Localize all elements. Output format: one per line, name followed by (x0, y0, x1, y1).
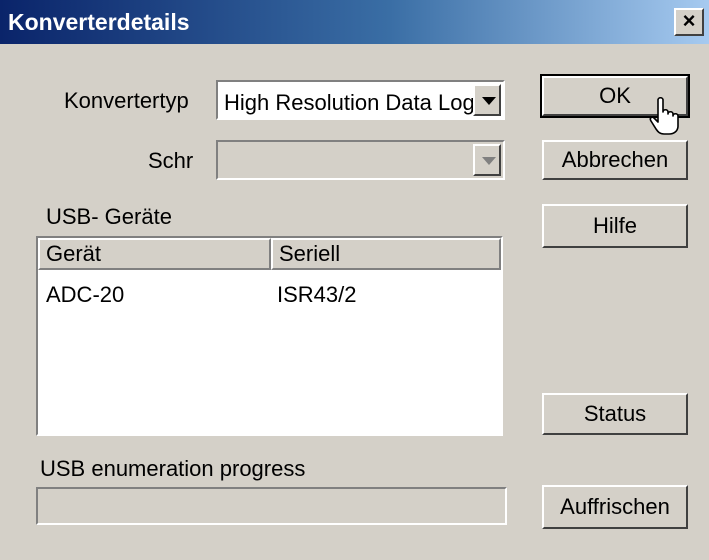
progress-label: USB enumeration progress (40, 456, 306, 481)
close-button[interactable]: × (674, 8, 704, 36)
converter-type-select[interactable]: High Resolution Data Log (216, 80, 505, 120)
cancel-button[interactable]: Abbrechen (542, 140, 688, 180)
chevron-down-icon[interactable] (473, 84, 501, 116)
device-serial: ISR43/2 (277, 282, 357, 307)
title-bar: Konverterdetails × (0, 0, 709, 44)
column-header-device[interactable]: Gerät (38, 238, 271, 270)
usb-device-list[interactable]: Gerät Seriell ADC-20 ISR43/2 (36, 236, 503, 436)
help-button[interactable]: Hilfe (542, 204, 688, 248)
window-title: Konverterdetails (8, 9, 190, 35)
usb-devices-label: USB- Geräte (46, 204, 172, 229)
device-name: ADC-20 (46, 282, 125, 307)
enumeration-progress-bar (36, 487, 507, 525)
schr-select[interactable] (216, 140, 505, 180)
hand-cursor-icon (649, 96, 679, 135)
column-header-serial[interactable]: Seriell (271, 238, 501, 270)
status-button[interactable]: Status (542, 393, 688, 435)
converter-type-label: Konvertertyp (64, 88, 189, 113)
refresh-button[interactable]: Auffrischen (542, 485, 688, 529)
converter-type-value: High Resolution Data Log (224, 90, 475, 115)
schr-label: Schr (148, 148, 194, 173)
chevron-down-icon[interactable] (473, 144, 501, 176)
